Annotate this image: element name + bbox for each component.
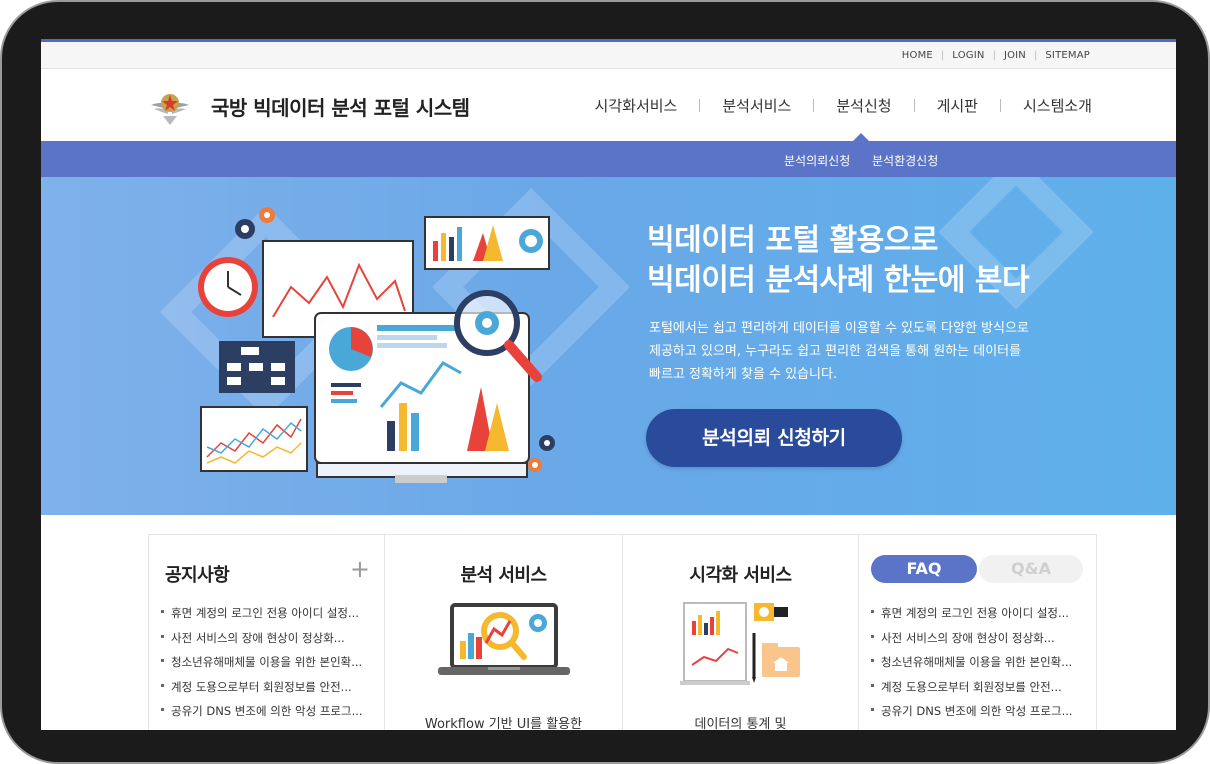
tab-faq[interactable]: FAQ <box>871 555 977 583</box>
sub-nav: 분석의뢰신청 분석환경신청 <box>41 141 1176 177</box>
bullet <box>161 659 164 662</box>
nav-item-system-intro[interactable]: 시스템소개 <box>1023 95 1092 116</box>
analytics-illustration-icon <box>198 207 555 483</box>
faq-item-text: 휴면 계정의 로그인 전용 아이디 설정... <box>881 606 1069 620</box>
notice-title[interactable]: 공지사항 <box>165 561 230 587</box>
laptop-chart-icon <box>437 603 570 675</box>
utility-bar: HOME | LOGIN | JOIN | SITEMAP <box>41 39 1176 69</box>
faq-item-text: 청소년유해매체물 이용을 위한 본인확... <box>881 655 1073 669</box>
visualization-service-description: 데이터의 통계 및 <box>694 717 787 730</box>
visualization-service-title[interactable]: 시각화 서비스 <box>623 561 858 587</box>
visualization-service-panel[interactable]: 시각화 서비스 데이터의 통계 및 <box>623 535 859 730</box>
banner-headline: 빅데이터 포털 활용으로 빅데이터 분석사례 한눈에 본다 <box>647 221 1030 301</box>
divider <box>999 99 1001 112</box>
banner-description-line3: 빠르고 정확하게 찾을 수 있습니다. <box>649 367 838 382</box>
banner-headline-line2: 빅데이터 분석사례 한눈에 본다 <box>647 263 1030 298</box>
request-analysis-button[interactable]: 분석의뢰 신청하기 <box>646 409 902 467</box>
report-folder-icon <box>679 602 800 685</box>
faq-item-text: 계정 도용으로부터 회원정보를 안전... <box>881 679 1062 694</box>
subnav-item-environment-request[interactable]: 분석환경신청 <box>872 152 938 169</box>
content-panels: 공지사항 + 휴면 계정의 로그인 전용 아이디 설정... 사전 서비스의 장… <box>148 534 1097 730</box>
bullet <box>871 610 874 613</box>
site-header: 국방 빅데이터 분석 포털 시스템 시각화서비스 분석서비스 분석신청 게시판 … <box>41 69 1176 141</box>
plus-icon[interactable]: + <box>350 557 370 581</box>
utility-links: HOME | LOGIN | JOIN | SITEMAP <box>902 50 1090 61</box>
list-item[interactable]: 공유기 DNS 변조에 의한 악성 프로그... <box>871 703 1086 728</box>
list-item[interactable]: 계정 도용으로부터 회원정보를 안전... <box>871 679 1086 704</box>
notice-item-text: 공유기 DNS 변조에 의한 악성 프로그... <box>171 704 363 718</box>
nav-item-board[interactable]: 게시판 <box>937 95 978 116</box>
analysis-service-panel[interactable]: 분석 서비스 Workflow 기반 UI를 활용한 <box>385 535 623 730</box>
bullet <box>161 708 164 711</box>
tablet-frame: HOME | LOGIN | JOIN | SITEMAP 국방 빅데이터 분석… <box>0 0 1210 764</box>
bullet <box>161 610 164 613</box>
banner-description: 포털에서는 쉽고 편리하게 데이터를 이용할 수 있도록 다양한 방식으로 제공… <box>649 317 1069 386</box>
notice-list: 휴면 계정의 로그인 전용 아이디 설정... 사전 서비스의 장애 현상이 정… <box>161 605 376 728</box>
list-item[interactable]: 휴면 계정의 로그인 전용 아이디 설정... <box>161 605 376 630</box>
bullet <box>871 659 874 662</box>
site-title[interactable]: 국방 빅데이터 분석 포털 시스템 <box>211 92 470 121</box>
join-link[interactable]: JOIN <box>1004 50 1026 61</box>
nav-item-visualization[interactable]: 시각화서비스 <box>595 95 678 116</box>
bullet <box>161 634 164 638</box>
active-nav-pointer <box>853 133 869 141</box>
list-item[interactable]: 청소년유해매체물 이용을 위한 본인확... <box>161 654 376 679</box>
nav-item-analysis-request[interactable]: 분석신청 <box>836 95 891 116</box>
main-nav: 시각화서비스 분석서비스 분석신청 게시판 시스템소개 <box>595 95 1092 116</box>
subnav-item-analysis-request[interactable]: 분석의뢰신청 <box>784 152 850 169</box>
list-item[interactable]: 사전 서비스의 장애 현상이 정상화... <box>161 630 376 655</box>
login-link[interactable]: LOGIN <box>952 50 984 61</box>
list-item[interactable]: 청소년유해매체물 이용을 위한 본인확... <box>871 654 1086 679</box>
notice-item-text: 휴면 계정의 로그인 전용 아이디 설정... <box>171 606 359 620</box>
analysis-service-description: Workflow 기반 UI를 활용한 <box>424 717 583 730</box>
list-item[interactable]: 공유기 DNS 변조에 의한 악성 프로그... <box>161 703 376 728</box>
divider: | <box>940 50 945 61</box>
sitemap-link[interactable]: SITEMAP <box>1045 50 1090 61</box>
bullet <box>871 708 874 711</box>
divider: | <box>992 50 996 61</box>
divider <box>913 99 915 112</box>
tab-qa[interactable]: Q&A <box>979 555 1083 583</box>
analysis-service-title[interactable]: 분석 서비스 <box>385 561 622 587</box>
list-item[interactable]: 휴면 계정의 로그인 전용 아이디 설정... <box>871 605 1086 630</box>
divider <box>699 99 701 112</box>
list-item[interactable]: 사전 서비스의 장애 현상이 정상화... <box>871 630 1086 655</box>
browser-screen: HOME | LOGIN | JOIN | SITEMAP 국방 빅데이터 분석… <box>41 39 1176 730</box>
nav-item-analysis-service[interactable]: 분석서비스 <box>722 95 791 116</box>
banner-description-line1: 포털에서는 쉽고 편리하게 데이터를 이용할 수 있도록 다양한 방식으로 <box>649 321 1029 336</box>
divider <box>813 99 815 112</box>
divider: | <box>1034 50 1038 61</box>
faq-panel: FAQ Q&A 휴면 계정의 로그인 전용 아이디 설정... 사전 서비스의 … <box>859 535 1096 730</box>
bullet <box>161 683 164 687</box>
notice-item-text: 사전 서비스의 장애 현상이 정상화... <box>171 630 345 645</box>
hero-banner: 빅데이터 포털 활용으로 빅데이터 분석사례 한눈에 본다 포털에서는 쉽고 편… <box>41 177 1176 515</box>
army-logo-icon[interactable] <box>149 83 191 127</box>
list-item[interactable]: 계정 도용으로부터 회원정보를 안전... <box>161 679 376 704</box>
faq-list: 휴면 계정의 로그인 전용 아이디 설정... 사전 서비스의 장애 현상이 정… <box>871 605 1086 728</box>
bullet <box>871 634 874 638</box>
bullet <box>871 683 874 687</box>
notice-panel: 공지사항 + 휴면 계정의 로그인 전용 아이디 설정... 사전 서비스의 장… <box>149 535 385 730</box>
banner-description-line2: 제공하고 있으며, 누구라도 쉽고 편리한 검색을 통해 원하는 데이터를 <box>649 344 1022 359</box>
notice-item-text: 청소년유해매체물 이용을 위한 본인확... <box>171 655 363 669</box>
faq-item-text: 공유기 DNS 변조에 의한 악성 프로그... <box>881 704 1073 718</box>
home-link[interactable]: HOME <box>902 50 933 61</box>
notice-item-text: 계정 도용으로부터 회원정보를 안전... <box>171 679 352 694</box>
banner-headline-line1: 빅데이터 포털 활용으로 <box>647 223 938 258</box>
faq-item-text: 사전 서비스의 장애 현상이 정상화... <box>881 630 1055 645</box>
